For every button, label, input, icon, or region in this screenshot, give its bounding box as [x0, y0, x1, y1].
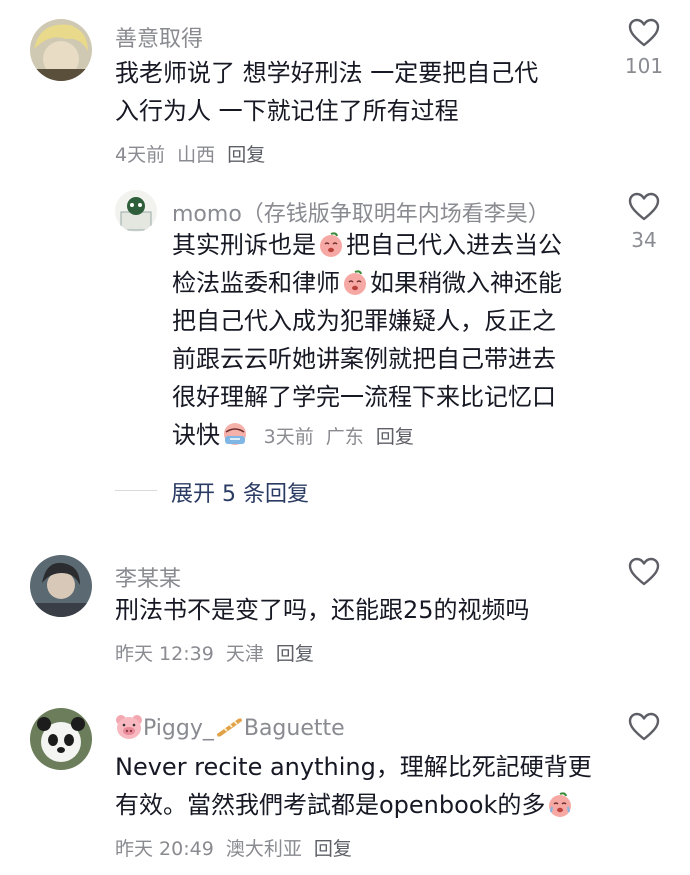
comment-username[interactable]: 善意取得: [115, 21, 203, 53]
crying-peach-emoji: [549, 792, 572, 817]
crying-peach-emoji: [344, 270, 366, 295]
text-span: 检法监委和律师: [172, 269, 340, 297]
comment-username[interactable]: Piggy_ Baguette: [115, 714, 345, 741]
comment-meta: 3天前 广东 回复: [264, 426, 420, 448]
text-span: 其实刑诉也是: [172, 231, 316, 259]
comment-line: 把自己代入成为犯罪嫌疑人，反正之: [172, 307, 556, 335]
comment-location: 广东: [325, 426, 364, 448]
comment-meta: 昨天 12:39 天津 回复: [115, 639, 320, 666]
heart-outline-icon: [628, 18, 660, 47]
sweating-peach-emoji: [224, 423, 246, 445]
comment-line: 前跟云云听她讲案例就把自己带进去: [172, 345, 556, 373]
avatar[interactable]: [30, 19, 92, 81]
username-part: Piggy_: [143, 716, 214, 741]
heart-outline-icon: [628, 557, 660, 586]
reply-button[interactable]: 回复: [276, 643, 314, 665]
comment-item: 善意取得 我老师说了 想学好刑法 一定要把自己代 入行为人 一下就记住了所有过程…: [0, 0, 690, 180]
like-button[interactable]: [614, 712, 674, 742]
divider-line: [115, 490, 157, 491]
expand-replies-label: 展开 5 条回复: [171, 482, 309, 507]
comment-item: Piggy_ Baguette Never recite anything，理解比…: [0, 700, 690, 875]
like-count: 101: [624, 54, 664, 78]
reply-button[interactable]: 回复: [376, 426, 414, 448]
comment-time: 昨天 20:49: [115, 838, 214, 860]
comment-line: Never recite anything，理解比死記硬背更: [115, 753, 592, 781]
username-part: Baguette: [243, 716, 345, 741]
comment-location: 山西: [177, 144, 216, 166]
comment-location: 澳大利亚: [225, 838, 302, 860]
comment-meta: 4天前 山西 回复: [115, 140, 271, 167]
text-span: 有效。當然我們考試都是openbook的多: [115, 791, 546, 819]
comment-username[interactable]: 李某某: [115, 561, 181, 593]
comment-line: 刑法书不是变了吗，还能跟25的视频吗: [115, 596, 530, 624]
like-button[interactable]: [614, 557, 674, 587]
comment-time: 3天前: [263, 426, 314, 448]
like-button[interactable]: 101: [614, 18, 674, 78]
comment-location: 天津: [225, 643, 264, 665]
avatar[interactable]: [115, 190, 157, 232]
text-span: 把自己代入进去当公: [346, 231, 562, 259]
comment-line: 入行为人 一下就记住了所有过程: [115, 97, 459, 125]
comment-text: 我老师说了 想学好刑法 一定要把自己代 入行为人 一下就记住了所有过程: [115, 54, 595, 130]
comment-item: 李某某 刑法书不是变了吗，还能跟25的视频吗 昨天 12:39 天津 回复: [0, 545, 690, 695]
comment-line: 诀快 3天前 广东 回复: [172, 416, 592, 456]
heart-outline-icon: [628, 192, 660, 221]
comment-username[interactable]: momo（存钱版争取明年内场看李昊）: [172, 196, 550, 228]
baguette-emoji: [216, 718, 242, 737]
comment-line: 有效。當然我們考試都是openbook的多: [115, 786, 615, 824]
comment-time: 4天前: [115, 144, 166, 166]
crying-peach-emoji: [320, 232, 342, 257]
heart-outline-icon: [628, 712, 660, 741]
comment-meta: 昨天 20:49 澳大利亚 回复: [115, 834, 358, 861]
reply-button[interactable]: 回复: [314, 838, 352, 860]
pig-face-emoji: [116, 715, 142, 739]
like-button[interactable]: 34: [614, 192, 674, 252]
comment-text: 刑法书不是变了吗，还能跟25的视频吗: [115, 591, 595, 629]
text-span: 如果稍微入神还能: [370, 269, 562, 297]
reply-item: momo（存钱版争取明年内场看李昊） 其实刑诉也是 把自己代入进去当公 检法监委和…: [0, 180, 690, 470]
comment-text: 其实刑诉也是 把自己代入进去当公 检法监委和律师 如果稍微入神还能 把自己代入成为犯…: [172, 226, 592, 456]
comment-line: 很好理解了学完一流程下来比记忆口: [172, 383, 556, 411]
reply-button[interactable]: 回复: [227, 144, 265, 166]
comment-line: 检法监委和律师 如果稍微入神还能: [172, 264, 592, 302]
avatar[interactable]: [30, 708, 92, 770]
comment-line: 其实刑诉也是 把自己代入进去当公: [172, 226, 592, 264]
avatar[interactable]: [30, 555, 92, 617]
like-count: 34: [631, 228, 657, 252]
text-span: 诀快: [172, 421, 220, 449]
comment-time: 昨天 12:39: [115, 643, 214, 665]
comment-line: 我老师说了 想学好刑法 一定要把自己代: [115, 59, 539, 87]
comment-text: Never recite anything，理解比死記硬背更 有效。當然我們考試…: [115, 748, 615, 824]
